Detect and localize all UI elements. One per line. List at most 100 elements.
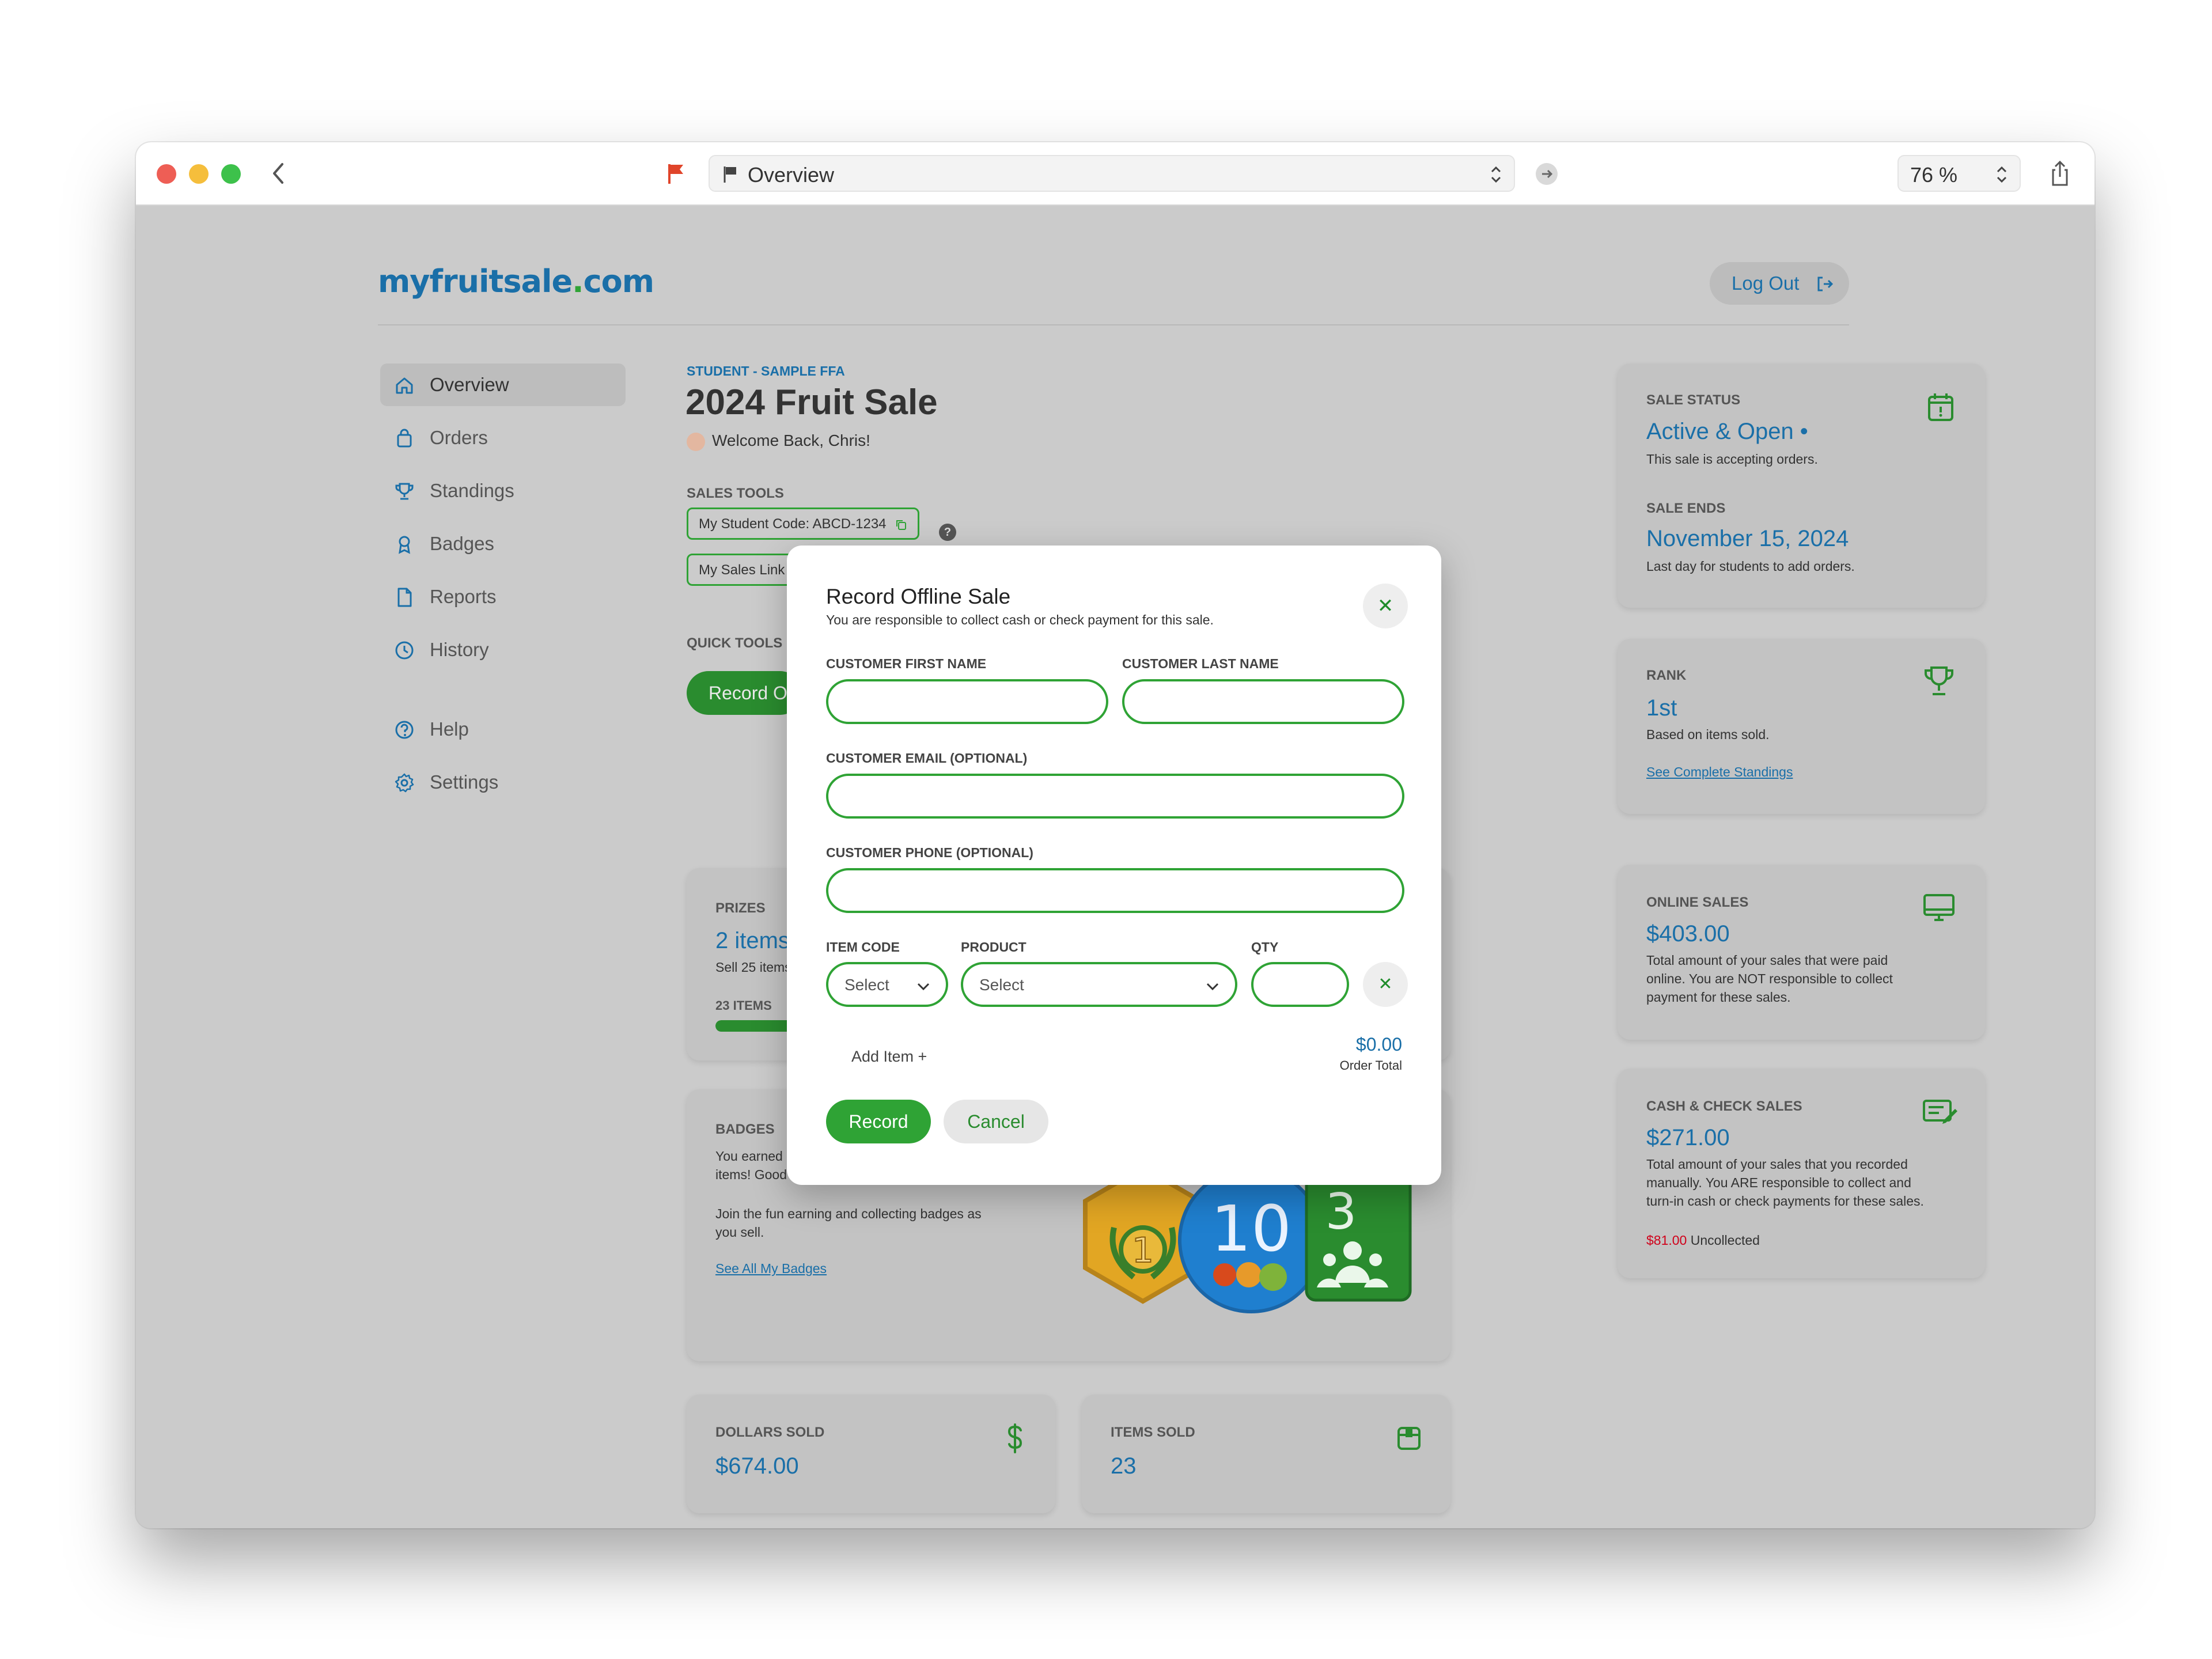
logo-dot: .: [572, 263, 584, 300]
badges-illustration: 1 10 3: [1083, 1165, 1412, 1313]
sidebar-item-label: Badges: [430, 533, 494, 554]
help-icon: [395, 721, 414, 739]
product-select[interactable]: Select: [961, 962, 1237, 1007]
see-complete-standings-link[interactable]: See Complete Standings: [1646, 764, 1793, 780]
student-code-text: My Student Code: ABCD-1234: [699, 516, 887, 532]
badges-desc-line: you sell.: [715, 1225, 764, 1240]
dollars-sold-card: DOLLARS SOLD $674.00: [687, 1395, 1055, 1513]
maximize-window-button[interactable]: [221, 164, 241, 184]
sidebar-item-help[interactable]: Help: [380, 708, 626, 751]
welcome-message: Welcome Back, Chris!: [687, 431, 870, 451]
monitor-icon: [1923, 894, 1955, 921]
svg-text:1: 1: [1132, 1230, 1154, 1271]
cash-check-desc: manually. You ARE responsible to collect…: [1646, 1175, 1911, 1190]
see-all-badges-link[interactable]: See All My Badges: [715, 1261, 827, 1277]
email-field[interactable]: [826, 774, 1404, 819]
add-item-button[interactable]: Add Item +: [851, 1048, 927, 1066]
cash-check-value: $271.00: [1646, 1125, 1730, 1150]
online-sales-card: ONLINE SALES $403.00 Total amount of you…: [1618, 865, 1985, 1040]
first-name-field[interactable]: [826, 679, 1108, 724]
card-label: ONLINE SALES: [1646, 895, 1749, 910]
svg-text:10: 10: [1211, 1192, 1291, 1266]
order-total-value: $0.00: [1355, 1034, 1402, 1055]
wave-emoji-icon: [687, 432, 705, 451]
badges-desc-line: You earned: [715, 1149, 783, 1164]
zoom-control[interactable]: 76 %: [1897, 155, 2021, 192]
page-eyebrow: STUDENT - SAMPLE FFA: [687, 363, 845, 378]
share-icon[interactable]: [2048, 157, 2071, 190]
student-code-chip[interactable]: My Student Code: ABCD-1234: [687, 507, 920, 540]
card-label: SALE STATUS: [1646, 392, 1741, 408]
close-window-button[interactable]: [157, 164, 176, 184]
address-bar[interactable]: Overview: [709, 155, 1515, 192]
logout-icon: [1817, 276, 1834, 291]
items-sold-card: ITEMS SOLD 23: [1082, 1395, 1450, 1513]
back-arrow-icon[interactable]: [267, 157, 290, 190]
remove-item-button[interactable]: ✕: [1363, 962, 1408, 1007]
record-offline-sale-button[interactable]: Record Offline Sale: [687, 671, 802, 715]
sidebar-item-history[interactable]: History: [380, 628, 626, 671]
item-code-select[interactable]: Select: [826, 962, 948, 1007]
badges-desc-line: Join the fun earning and collecting badg…: [715, 1206, 982, 1221]
item-code-label: ITEM CODE: [826, 940, 900, 955]
uncollected-line: $81.00 Uncollected: [1646, 1231, 1760, 1249]
dollar-icon: [1007, 1423, 1022, 1453]
cancel-button[interactable]: Cancel: [944, 1100, 1048, 1143]
minimize-window-button[interactable]: [189, 164, 209, 184]
online-sales-value: $403.00: [1646, 921, 1730, 946]
sales-link-chip[interactable]: My Sales Link: [687, 554, 802, 586]
bag-icon: [397, 429, 412, 448]
modal-title: Record Offline Sale: [826, 585, 1011, 608]
card-label: ITEMS SOLD: [1111, 1425, 1195, 1440]
box-icon: [1397, 1427, 1421, 1450]
badge-three-friends-icon: 3: [1305, 1175, 1412, 1302]
uncollected-label: Uncollected: [1690, 1233, 1760, 1248]
online-sales-desc: Total amount of your sales that were pai…: [1646, 953, 1888, 968]
flag-icon[interactable]: [666, 162, 687, 185]
qty-field[interactable]: [1251, 962, 1349, 1007]
title-bar: Overview 76 %: [136, 142, 2094, 206]
card-label: DOLLARS SOLD: [715, 1425, 825, 1440]
sidebar-item-label: Orders: [430, 427, 488, 448]
item-code-value: Select: [844, 976, 889, 994]
sidebar-item-reports[interactable]: Reports: [380, 575, 626, 618]
site-logo[interactable]: myfruitsale.com: [378, 263, 654, 300]
header-divider: [378, 324, 1849, 325]
cash-check-desc: turn-in cash or check payments for these…: [1646, 1194, 1924, 1209]
sale-status-desc: This sale is accepting orders.: [1646, 452, 1818, 467]
badge-ten-items-icon: 10: [1178, 1167, 1324, 1313]
document-icon: [397, 588, 412, 607]
modal-subtitle: You are responsible to collect cash or c…: [826, 612, 1214, 627]
sidebar-item-settings[interactable]: Settings: [380, 761, 626, 804]
rank-card: RANK 1st Based on items sold. See Comple…: [1618, 639, 1985, 814]
online-sales-desc: payment for these sales.: [1646, 990, 1791, 1005]
sidebar-item-orders[interactable]: Orders: [380, 416, 626, 459]
rank-desc: Based on items sold.: [1646, 727, 1770, 742]
sales-tools-label: SALES TOOLS: [687, 486, 784, 501]
sidebar-item-label: Help: [430, 718, 469, 740]
sidebar-item-badges[interactable]: Badges: [380, 522, 626, 565]
record-button[interactable]: Record: [826, 1100, 931, 1143]
phone-label: CUSTOMER PHONE (OPTIONAL): [826, 845, 1033, 860]
gear-icon: [395, 773, 414, 793]
progress-label: 23 ITEMS: [715, 998, 772, 1013]
product-label: PRODUCT: [961, 940, 1027, 955]
phone-field[interactable]: [826, 868, 1404, 913]
sales-link-text: My Sales Link: [699, 562, 785, 578]
cash-check-sales-card: CASH & CHECK SALES $271.00 Total amount …: [1618, 1069, 1985, 1278]
card-label: CASH & CHECK SALES: [1646, 1099, 1802, 1114]
welcome-text: Welcome Back, Chris!: [712, 431, 870, 449]
logout-button[interactable]: Log Out: [1710, 262, 1849, 305]
last-name-label: CUSTOMER LAST NAME: [1122, 656, 1279, 671]
sidebar-item-standings[interactable]: Standings: [380, 469, 626, 512]
award-icon: [399, 536, 410, 554]
sidebar-item-label: Standings: [430, 480, 514, 501]
last-name-field[interactable]: [1122, 679, 1404, 724]
sidebar-item-overview[interactable]: Overview: [380, 363, 626, 406]
modal-close-button[interactable]: ✕: [1363, 584, 1408, 628]
go-arrow-icon[interactable]: [1536, 163, 1558, 185]
help-icon[interactable]: ?: [939, 524, 956, 541]
logo-tld: com: [583, 263, 654, 300]
qty-label: QTY: [1251, 940, 1279, 955]
sidebar-item-label: Overview: [430, 374, 509, 395]
